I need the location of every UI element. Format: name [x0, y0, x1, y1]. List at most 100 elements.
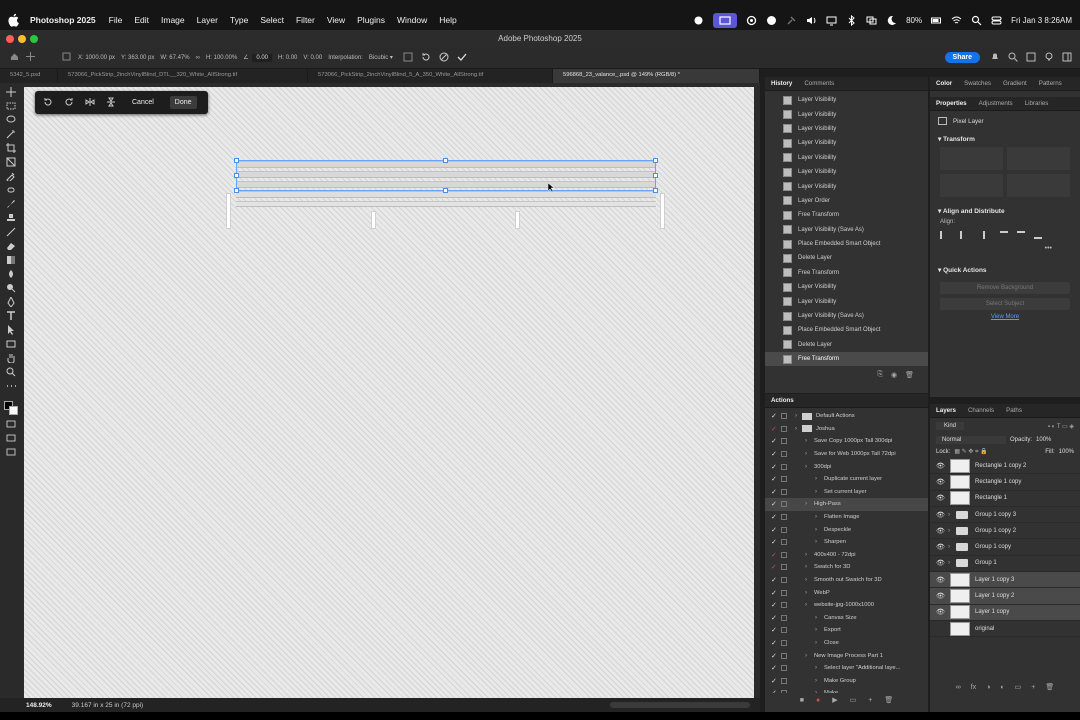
- expand-chevron-icon[interactable]: ›: [815, 640, 817, 646]
- tab-gradient[interactable]: Gradient: [1003, 80, 1027, 87]
- blind-slat-5[interactable]: [236, 201, 656, 207]
- dialog-toggle[interactable]: [781, 514, 787, 521]
- play-icon[interactable]: ▶: [832, 696, 837, 704]
- cancel-button[interactable]: Cancel: [127, 96, 159, 109]
- battery-icon[interactable]: [931, 15, 942, 26]
- expand-chevron-icon[interactable]: ›: [805, 590, 807, 596]
- action-checkbox[interactable]: ✓: [771, 463, 777, 471]
- dialog-toggle[interactable]: [781, 639, 787, 646]
- action-checkbox[interactable]: ✓: [771, 689, 777, 693]
- bell-icon[interactable]: [990, 52, 1000, 64]
- share-button[interactable]: Share: [944, 52, 980, 63]
- adjustment-icon[interactable]: ◐: [1000, 684, 1004, 691]
- more-options-icon[interactable]: •••: [930, 245, 1080, 252]
- chat-icon[interactable]: [766, 15, 777, 26]
- wifi-icon[interactable]: [951, 15, 962, 26]
- dialog-toggle[interactable]: [781, 589, 787, 596]
- expand-chevron-icon[interactable]: ›: [805, 602, 807, 608]
- rotate-left-icon[interactable]: [43, 97, 53, 109]
- tab-history[interactable]: History: [771, 80, 792, 87]
- expand-chevron-icon[interactable]: ›: [805, 577, 807, 583]
- menu-layer[interactable]: Layer: [197, 15, 218, 25]
- width-field[interactable]: W: 67.47%: [160, 55, 189, 61]
- workspace-icon[interactable]: [1026, 52, 1036, 64]
- clone-stamp-icon[interactable]: [6, 213, 16, 223]
- hskew-field[interactable]: H: 0.00: [278, 55, 297, 61]
- cancel-transform-icon[interactable]: [439, 52, 449, 64]
- transform-handle[interactable]: [234, 158, 239, 163]
- apple-icon[interactable]: [8, 13, 20, 27]
- minimize-window-button[interactable]: [18, 35, 26, 43]
- search-icon[interactable]: [1008, 52, 1018, 64]
- close-window-button[interactable]: [6, 35, 14, 43]
- dialog-toggle[interactable]: [781, 539, 787, 546]
- action-item[interactable]: ✓ › Despeckle: [765, 523, 928, 536]
- history-item[interactable]: Layer Visibility: [765, 179, 928, 193]
- action-checkbox[interactable]: ✓: [771, 614, 777, 622]
- action-checkbox[interactable]: ✓: [771, 526, 777, 534]
- expand-chevron-icon[interactable]: ›: [795, 426, 797, 432]
- expand-chevron-icon[interactable]: ›: [815, 678, 817, 684]
- dialog-toggle[interactable]: [781, 614, 787, 621]
- history-item[interactable]: Layer Visibility: [765, 136, 928, 150]
- menu-type[interactable]: Type: [230, 15, 248, 25]
- transform-handle[interactable]: [234, 188, 239, 193]
- expand-chevron-icon[interactable]: ›: [948, 512, 950, 518]
- y-field[interactable]: Y: 363.00 px: [121, 55, 154, 61]
- history-item[interactable]: Layer Visibility: [765, 165, 928, 179]
- expand-chevron-icon[interactable]: ›: [805, 464, 807, 470]
- view-more-link[interactable]: View More: [930, 314, 1080, 320]
- dialog-toggle[interactable]: [781, 438, 787, 445]
- dialog-toggle[interactable]: [781, 602, 787, 609]
- visibility-eye-icon[interactable]: 👁: [936, 462, 945, 470]
- transform-bounding-box[interactable]: [236, 160, 656, 191]
- layer-row[interactable]: 👁 Layer 1 copy: [930, 604, 1080, 621]
- action-item[interactable]: ✓ › Select layer "Additional laye...: [765, 662, 928, 675]
- layer-row[interactable]: 👁 Rectangle 1: [930, 491, 1080, 507]
- tab-paths[interactable]: Paths: [1006, 407, 1022, 414]
- layer-row[interactable]: 👁 Layer 1 copy 2: [930, 588, 1080, 605]
- align-center-icon[interactable]: [960, 231, 968, 239]
- action-checkbox[interactable]: ✓: [771, 652, 777, 660]
- visibility-eye-icon[interactable]: 👁: [936, 559, 945, 567]
- transform-width-field[interactable]: [940, 147, 1003, 170]
- brush-icon[interactable]: [6, 199, 16, 209]
- tab-libraries[interactable]: Libraries: [1025, 100, 1049, 107]
- tab-doc-active[interactable]: 596868_23_valance_.psd @ 149% (RGB/8) *: [553, 69, 760, 83]
- pin-icon[interactable]: [786, 15, 797, 26]
- link-layers-icon[interactable]: ∞: [956, 684, 961, 691]
- lightbulb-icon[interactable]: [1044, 52, 1054, 64]
- trash-icon[interactable]: 🗑: [905, 371, 914, 379]
- commit-transform-icon[interactable]: [457, 52, 467, 64]
- dialog-toggle[interactable]: [781, 501, 787, 508]
- action-checkbox[interactable]: ✓: [771, 488, 777, 496]
- zoom-icon[interactable]: [6, 367, 16, 377]
- gradient-icon[interactable]: [6, 255, 16, 265]
- expand-chevron-icon[interactable]: ›: [805, 653, 807, 659]
- healing-icon[interactable]: [6, 185, 16, 195]
- expand-chevron-icon[interactable]: ›: [815, 690, 817, 693]
- rotate-right-icon[interactable]: [64, 97, 74, 109]
- visibility-eye-icon[interactable]: 👁: [936, 608, 945, 616]
- dialog-toggle[interactable]: [781, 677, 787, 684]
- action-checkbox[interactable]: ✓: [771, 626, 777, 634]
- transform-handle[interactable]: [234, 173, 239, 178]
- vertical-scrollbar[interactable]: [754, 83, 760, 698]
- tab-channels[interactable]: Channels: [968, 407, 994, 414]
- snapshot-icon[interactable]: ⎘: [877, 371, 883, 379]
- flip-horizontal-icon[interactable]: [85, 97, 95, 109]
- expand-chevron-icon[interactable]: ›: [805, 501, 807, 507]
- background-color[interactable]: [9, 406, 18, 415]
- history-item[interactable]: Layer Visibility: [765, 294, 928, 308]
- history-brush-icon[interactable]: [6, 227, 16, 237]
- history-item[interactable]: Free Transform: [765, 208, 928, 222]
- expand-chevron-icon[interactable]: ›: [815, 514, 817, 520]
- expand-chevron-icon[interactable]: ›: [948, 528, 950, 534]
- action-item[interactable]: ✓ › Duplicate current layer: [765, 473, 928, 486]
- visibility-eye-icon[interactable]: 👁: [936, 527, 945, 535]
- home-icon[interactable]: [10, 52, 20, 63]
- history-item[interactable]: Layer Visibility: [765, 280, 928, 294]
- volume-icon[interactable]: [806, 15, 817, 26]
- history-item[interactable]: Delete Layer: [765, 338, 928, 352]
- angle-field[interactable]: ∠ 0.00: [243, 54, 273, 62]
